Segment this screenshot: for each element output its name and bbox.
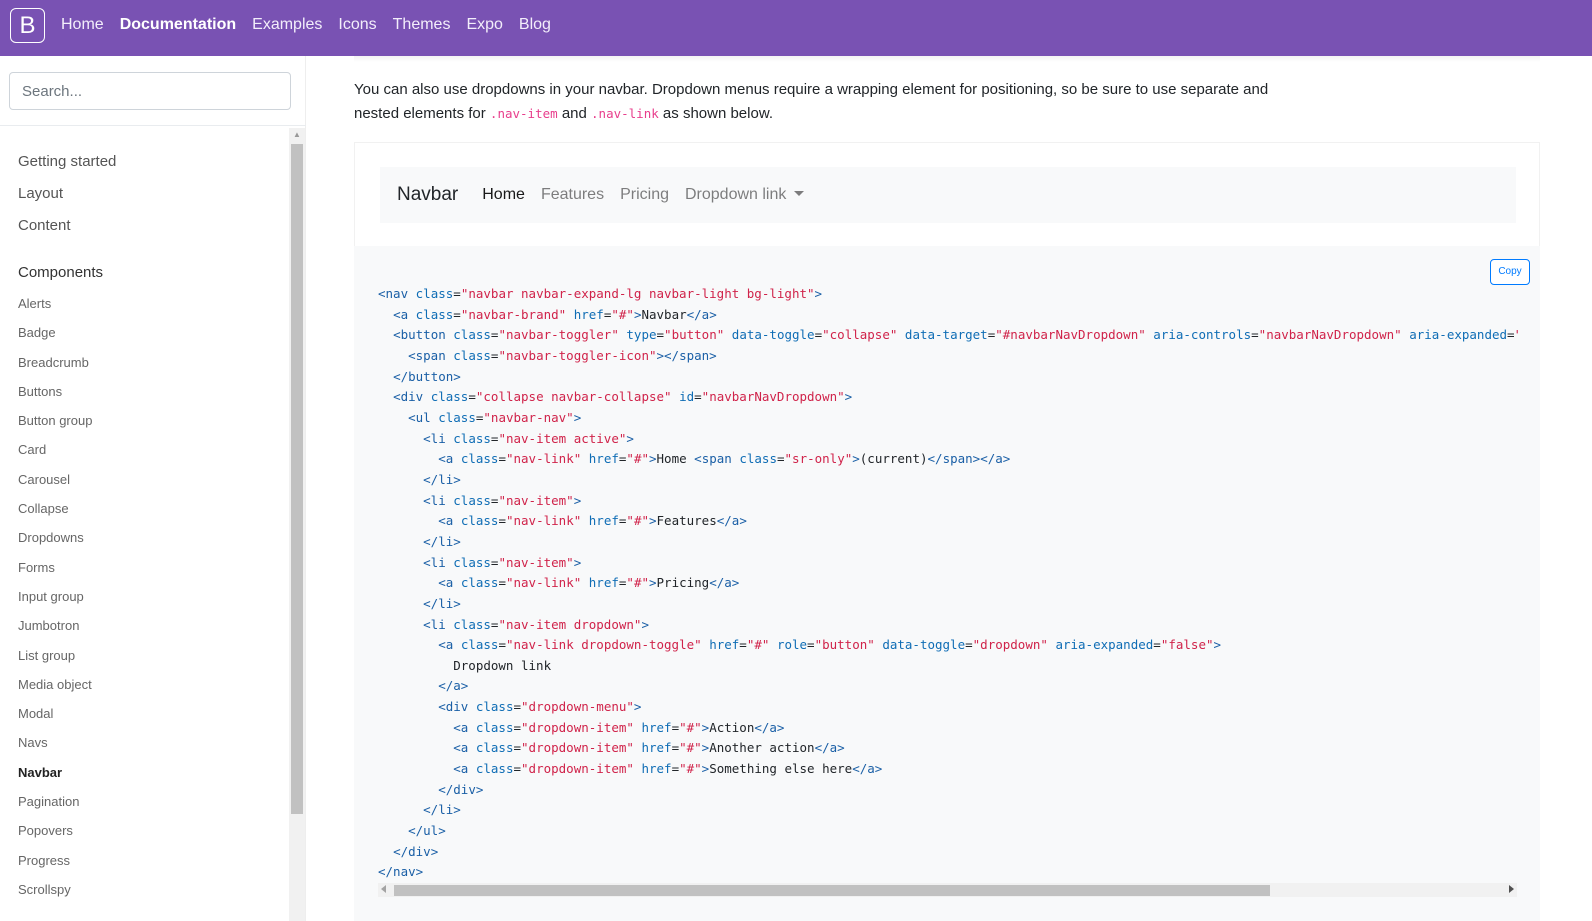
scroll-left-arrow-icon[interactable]	[381, 885, 386, 893]
demo-link-features[interactable]: Features	[541, 186, 604, 204]
code-horizontal-scrollbar[interactable]	[378, 883, 1517, 897]
sidebar-item-list-group[interactable]: List group	[18, 641, 288, 670]
sidebar-scrollbar[interactable]: ▲	[289, 128, 305, 921]
demo-link-pricing[interactable]: Pricing	[620, 186, 669, 204]
sidebar-item-layout[interactable]: Layout	[18, 178, 288, 210]
lead-text-3: as shown below.	[658, 105, 774, 122]
sidebar-item-forms[interactable]: Forms	[18, 553, 288, 582]
demo-dropdown-label: Dropdown link	[684, 186, 787, 203]
sidebar-item-alerts[interactable]: Alerts	[18, 289, 288, 318]
sidebar-item-scrollspy[interactable]: Scrollspy	[18, 875, 288, 904]
demo-dropdown-toggle[interactable]: Dropdown link	[684, 186, 805, 204]
demo-navbar-brand[interactable]: Navbar	[397, 184, 458, 206]
code-snippet: Copy <nav class="navbar navbar-expand-lg…	[354, 246, 1540, 921]
sidebar-item-navs[interactable]: Navs	[18, 728, 288, 757]
sidebar-item-dropdowns[interactable]: Dropdowns	[18, 523, 288, 552]
sidebar-item-media-object[interactable]: Media object	[18, 670, 288, 699]
caret-down-icon	[794, 191, 805, 196]
scroll-up-arrow-icon[interactable]: ▲	[289, 128, 305, 142]
sidebar-item-breadcrumb[interactable]: Breadcrumb	[18, 348, 288, 377]
nav-themes[interactable]: Themes	[393, 16, 451, 34]
lead-paragraph: You can also use dropdowns in your navba…	[354, 78, 1294, 126]
sidebar-item-getting-started[interactable]: Getting started	[18, 146, 288, 178]
top-navbar: B Home Documentation Examples Icons Them…	[0, 0, 1592, 56]
search-container	[0, 56, 306, 126]
section-divider	[354, 56, 1540, 62]
docs-sidebar: Getting started Layout Content Component…	[0, 56, 306, 921]
demo-link-home[interactable]: Home	[482, 186, 525, 204]
sidebar-item-carousel[interactable]: Carousel	[18, 465, 288, 494]
top-nav-links: Home Documentation Examples Icons Themes…	[61, 0, 567, 50]
inline-code-nav-link: .nav-link	[591, 106, 659, 121]
sidebar-item-input-group[interactable]: Input group	[18, 582, 288, 611]
sidebar-item-modal[interactable]: Modal	[18, 699, 288, 728]
main-content: You can also use dropdowns in your navba…	[306, 56, 1592, 921]
copy-button[interactable]: Copy	[1490, 259, 1530, 285]
code-block: <nav class="navbar navbar-expand-lg navb…	[378, 286, 1518, 880]
sidebar-item-button-group[interactable]: Button group	[18, 406, 288, 435]
sidebar-item-popovers[interactable]: Popovers	[18, 816, 288, 845]
sidebar-links: Getting started Layout Content Component…	[18, 146, 288, 904]
sidebar-item-badge[interactable]: Badge	[18, 318, 288, 347]
code-scrollbar-thumb[interactable]	[394, 885, 1270, 896]
sidebar-item-card[interactable]: Card	[18, 435, 288, 464]
sidebar-item-progress[interactable]: Progress	[18, 846, 288, 875]
nav-home[interactable]: Home	[61, 16, 104, 34]
sidebar-item-buttons[interactable]: Buttons	[18, 377, 288, 406]
nav-expo[interactable]: Expo	[466, 16, 502, 34]
demo-navbar: Navbar Home Features Pricing Dropdown li…	[380, 167, 1516, 223]
bootstrap-logo[interactable]: B	[10, 8, 45, 43]
sidebar-scrollbar-thumb[interactable]	[291, 144, 303, 814]
sidebar-item-components[interactable]: Components	[18, 257, 288, 289]
sidebar-item-jumbotron[interactable]: Jumbotron	[18, 611, 288, 640]
inline-code-nav-item: .nav-item	[489, 106, 558, 121]
search-input[interactable]	[9, 72, 291, 110]
example-preview: Navbar Home Features Pricing Dropdown li…	[354, 142, 1540, 246]
nav-examples[interactable]: Examples	[252, 16, 322, 34]
nav-documentation[interactable]: Documentation	[120, 16, 236, 34]
sidebar-item-collapse[interactable]: Collapse	[18, 494, 288, 523]
scroll-right-arrow-icon[interactable]	[1509, 885, 1514, 893]
sidebar-item-content[interactable]: Content	[18, 210, 288, 242]
nav-blog[interactable]: Blog	[519, 16, 551, 34]
nav-icons[interactable]: Icons	[338, 16, 376, 34]
sidebar-item-navbar[interactable]: Navbar	[18, 758, 288, 787]
sidebar-item-pagination[interactable]: Pagination	[18, 787, 288, 816]
lead-text-2: and	[557, 105, 592, 122]
